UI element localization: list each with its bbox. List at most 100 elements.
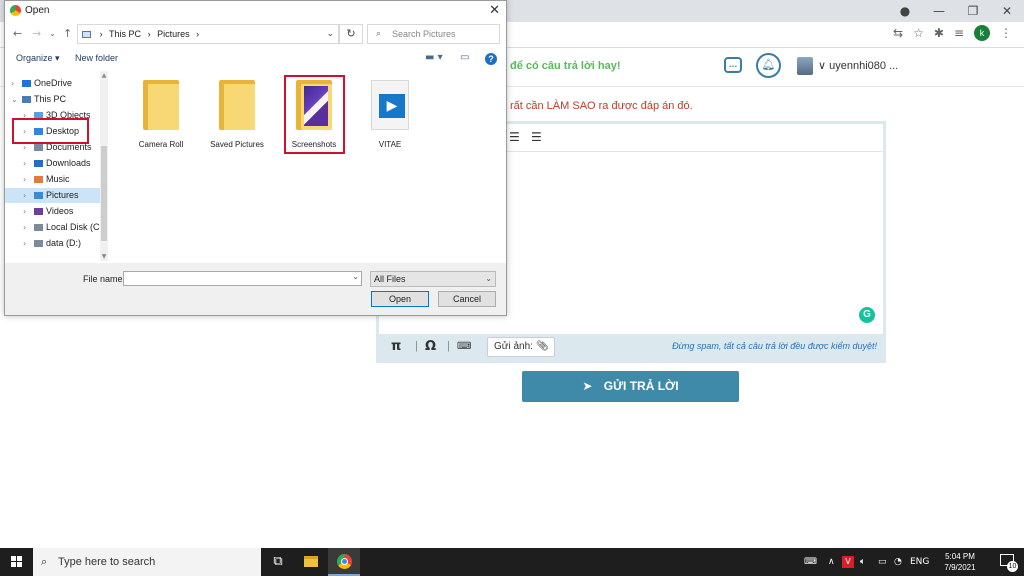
question-note: rất cần LÀM SAO ra được đáp án đó.	[510, 100, 693, 112]
math-pi-icon[interactable]: π	[391, 339, 401, 354]
bookmark-star-icon[interactable]: ☆	[913, 26, 924, 40]
windows-taskbar: ⌕ Type here to search ⧉ ⌨ ∧ V 🔈︎ ▭ ◔ ENG…	[0, 548, 1024, 576]
address-dropdown-icon[interactable]: ⌄	[326, 25, 334, 43]
tree-item[interactable]: › data (D:)	[5, 236, 101, 251]
navigation-scrollbar[interactable]: ▲ ▼	[100, 71, 108, 261]
minimize-button[interactable]: —	[922, 4, 956, 18]
notification-bell-icon[interactable]: 🔔︎	[756, 53, 781, 78]
files-pane: Camera Roll Saved Pictures Screenshots ▶…	[109, 69, 506, 262]
chat-icon[interactable]: …	[724, 57, 742, 73]
refresh-icon[interactable]: ↻	[339, 24, 363, 44]
scroll-down-icon[interactable]: ▼	[100, 253, 108, 260]
submit-answer-button[interactable]: ➤ GỬI TRẢ LỜI	[522, 371, 739, 402]
task-view-icon[interactable]: ⧉	[262, 548, 294, 576]
tree-item[interactable]: › Music	[5, 172, 101, 187]
scrollbar-thumb[interactable]	[101, 146, 107, 241]
file-type-select[interactable]: All Files ⌄	[370, 271, 496, 287]
forward-arrow-icon[interactable]: →	[32, 27, 41, 40]
file-name-input[interactable]: ⌄	[123, 271, 362, 286]
new-folder-button[interactable]: New folder	[75, 53, 118, 63]
file-item-vitae[interactable]: ▶ VITAE	[353, 77, 427, 157]
omega-symbol-icon[interactable]: Ω	[425, 339, 436, 354]
breadcrumb-pictures[interactable]: Pictures	[157, 29, 190, 39]
scroll-up-icon[interactable]: ▲	[100, 72, 108, 79]
vietnamese-input-icon[interactable]: V	[842, 548, 854, 576]
language-indicator[interactable]: ENG	[910, 548, 929, 576]
dialog-titlebar: Open ✕	[5, 1, 506, 21]
extensions-icon[interactable]: ✱	[934, 26, 944, 40]
address-bar[interactable]: › This PC › Pictures › ⌄	[77, 24, 339, 44]
tree-item[interactable]: › Local Disk (C:)	[5, 220, 105, 235]
close-window-button[interactable]: ✕	[990, 4, 1024, 18]
moderation-note: Đừng spam, tất cả câu trả lời đều được k…	[672, 341, 877, 351]
dialog-bottom-bar: File name: ⌄ All Files ⌄ Open Cancel	[5, 263, 506, 315]
profile-avatar[interactable]: k	[974, 25, 990, 41]
chevron-right-icon[interactable]: ›	[23, 236, 26, 251]
tree-item[interactable]: › Downloads	[5, 156, 101, 171]
cancel-button[interactable]: Cancel	[438, 291, 496, 307]
cloud-icon	[22, 80, 31, 87]
reading-list-icon[interactable]: ≡	[954, 26, 964, 40]
translate-icon[interactable]: ⇆	[893, 26, 903, 40]
help-icon[interactable]: ?	[485, 53, 497, 65]
chrome-menu-icon[interactable]: ●	[888, 4, 922, 18]
align-justify-icon[interactable]: ☰	[531, 130, 542, 144]
keyboard-tray-icon[interactable]: ⌨	[804, 548, 817, 576]
grammarly-icon[interactable]: G	[859, 307, 875, 323]
taskbar-search-placeholder: Type here to search	[58, 556, 156, 568]
file-item-camera-roll[interactable]: Camera Roll	[124, 77, 198, 157]
tree-item[interactable]: › OneDrive	[5, 76, 101, 91]
battery-icon[interactable]: ▭	[878, 548, 887, 576]
annotation-highlight-screenshots	[284, 75, 345, 154]
file-type-value: All Files	[374, 274, 406, 284]
search-pictures-input[interactable]: ⌕ Search Pictures	[367, 24, 500, 44]
file-explorer-taskbar-button[interactable]	[295, 548, 327, 576]
dialog-title: Open	[25, 5, 50, 16]
wifi-icon[interactable]: ◔	[894, 548, 902, 576]
taskbar-search-box[interactable]: ⌕ Type here to search	[33, 548, 261, 576]
breadcrumb-chevron-icon: ›	[99, 29, 103, 39]
show-hidden-icons-icon[interactable]: ∧	[828, 548, 835, 576]
tree-item-label: OneDrive	[34, 78, 73, 88]
chevron-right-icon[interactable]: ›	[23, 156, 26, 171]
back-arrow-icon[interactable]: ←	[13, 27, 22, 40]
chrome-taskbar-button[interactable]	[328, 548, 360, 576]
organize-menu[interactable]: Organize ▾	[16, 53, 60, 64]
file-item-saved-pictures[interactable]: Saved Pictures	[200, 77, 274, 157]
pictures-location-icon	[82, 31, 91, 39]
chevron-right-icon[interactable]: ›	[23, 172, 26, 187]
attach-image-button[interactable]: Gửi ảnh: 📎︎	[487, 337, 556, 357]
preview-pane-icon[interactable]: ▭	[460, 52, 469, 63]
up-arrow-icon[interactable]: ↑	[63, 27, 72, 40]
paperclip-icon: 📎︎	[535, 341, 549, 352]
chevron-right-icon[interactable]: ›	[23, 188, 26, 203]
chevron-right-icon[interactable]: ›	[23, 220, 26, 235]
start-button[interactable]	[0, 548, 32, 576]
align-right-icon[interactable]: ☰	[509, 130, 520, 144]
chevron-right-icon[interactable]: ›	[23, 204, 26, 219]
username: uyennhi080 ...	[829, 60, 899, 72]
tree-item[interactable]: › Pictures	[5, 188, 101, 203]
chevron-down-icon[interactable]: ⌄	[11, 92, 18, 107]
keyboard-icon[interactable]: ⌨	[457, 341, 471, 352]
folder-icon	[219, 80, 255, 130]
chevron-right-icon[interactable]: ›	[11, 76, 14, 91]
browser-menu-icon[interactable]: ⋮	[1000, 26, 1012, 40]
tree-item[interactable]: ⌄ This PC	[5, 92, 101, 107]
volume-icon[interactable]: 🔈︎	[860, 548, 865, 576]
open-button[interactable]: Open	[371, 291, 429, 307]
change-view-icon[interactable]: ▬ ▾	[425, 52, 443, 63]
windows-logo-icon	[11, 556, 22, 567]
open-file-dialog: Open ✕ ← → ⌄ ↑ › This PC › Pictures › ⌄ …	[4, 0, 507, 316]
tree-item-label: Pictures	[46, 190, 79, 200]
file-name-dropdown-icon[interactable]: ⌄	[352, 272, 359, 281]
user-avatar[interactable]	[797, 57, 813, 75]
tree-item[interactable]: › Videos	[5, 204, 101, 219]
breadcrumb-this-pc[interactable]: This PC	[109, 29, 141, 39]
dialog-close-icon[interactable]: ✕	[489, 3, 500, 18]
file-label: Camera Roll	[138, 140, 184, 149]
taskbar-clock[interactable]: 5:04 PM 7/9/2021	[940, 551, 980, 573]
recent-dropdown-icon[interactable]: ⌄	[49, 29, 56, 38]
username-menu[interactable]: ∨ uyennhi080 ...	[818, 59, 898, 72]
maximize-button[interactable]: ❐	[956, 4, 990, 18]
